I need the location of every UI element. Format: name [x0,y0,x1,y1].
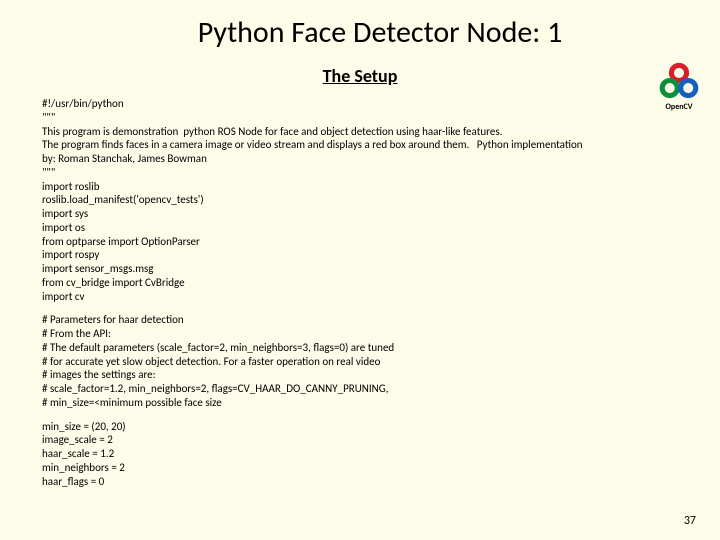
opencv-logo-text: OpenCV [666,102,693,112]
page-number: 37 [684,514,696,528]
opencv-logo: OpenCV [652,62,706,116]
opencv-icon [658,62,700,104]
slide-title: Python Face Detector Node: 1 [0,0,720,51]
code-imports: #!/usr/bin/python """ This program is de… [0,97,720,303]
code-params: min_size = (20, 20) image_scale = 2 haar… [0,420,720,489]
code-comments: # Parameters for haar detection # From t… [0,313,720,409]
slide-subtitle: The Setup [0,65,720,87]
